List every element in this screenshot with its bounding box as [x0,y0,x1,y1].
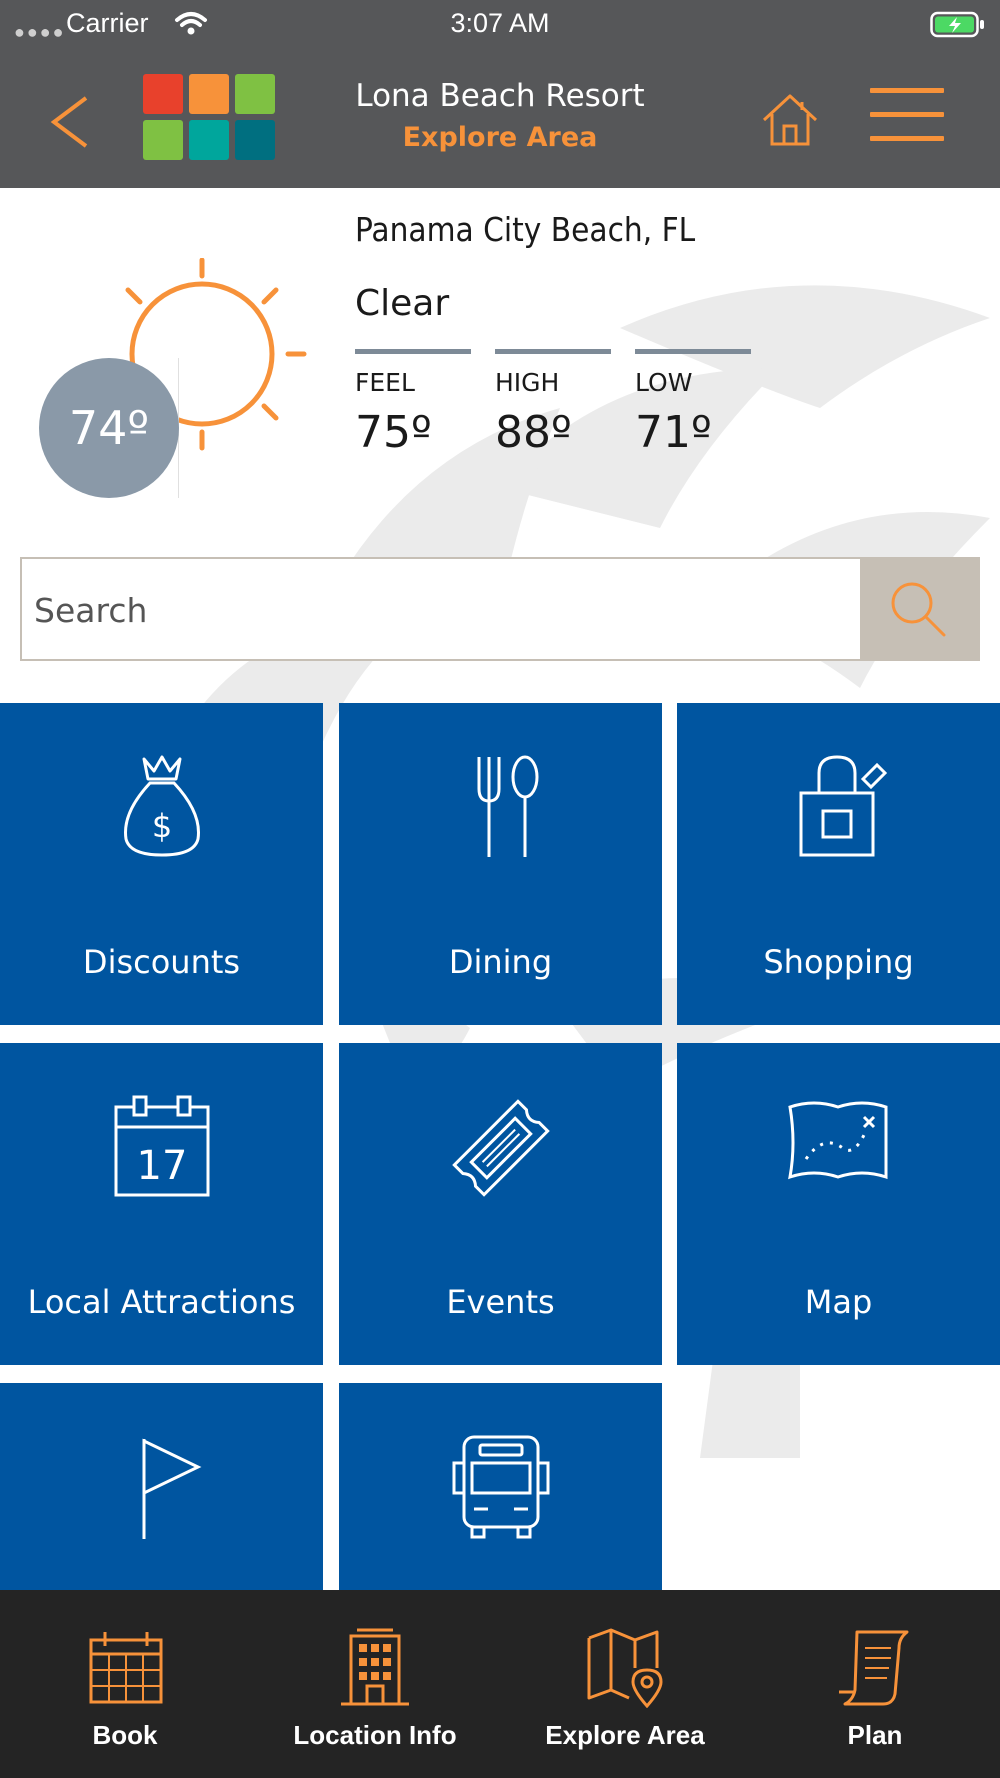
tile-shopping[interactable]: Shopping [677,703,1000,1025]
page-title: Lona Beach Resort [355,78,645,114]
weather-condition: Clear [355,283,450,324]
hamburger-icon [870,88,944,93]
tile-label: Map [804,1283,873,1321]
nav-label: Book [92,1720,158,1750]
search-input[interactable] [22,559,836,661]
svg-text:17: 17 [136,1143,187,1189]
tile-golf[interactable] [0,1383,323,1590]
shopping-bag-icon [799,755,887,857]
flag-icon [142,1438,201,1539]
tile-label: Events [446,1283,555,1321]
map-pin-icon [587,1628,663,1709]
stat-divider [635,349,751,354]
fork-spoon-icon [477,755,538,857]
bus-icon [452,1435,549,1539]
nav-label: Location Info [293,1720,457,1750]
high-stat: HIGH 88º [495,349,611,458]
nav-label: Explore Area [545,1720,705,1750]
page-subtitle: Explore Area [402,122,598,153]
stat-divider [495,349,611,354]
ticket-icon [451,1099,550,1197]
low-value: 71º [635,407,712,458]
status-bar: ●●●● Carrier 3:07 AM [0,0,1000,50]
treasure-map-icon [787,1101,887,1180]
search-icon [891,582,946,637]
app-header: Lona Beach Resort Explore Area [0,50,1000,188]
nav-label: Plan [847,1720,903,1750]
nav-book[interactable]: Book [0,1590,250,1778]
feel-value: 75º [355,407,432,458]
feel-label: FEEL [355,368,415,397]
low-stat: LOW 71º [635,349,751,458]
bottom-nav: Book Location Info Explore Area Plan [0,1590,1000,1778]
hamburger-icon [870,112,944,117]
nav-location-info[interactable]: Location Info [250,1590,500,1778]
tile-transportation[interactable] [339,1383,662,1590]
high-value: 88º [495,407,572,458]
tile-label: Shopping [763,943,914,981]
battery-charging-icon [930,11,986,44]
main-content: 74º Panama City Beach, FL Clear FEEL 75º… [0,188,1000,1590]
stat-divider [355,349,471,354]
calendar-grid-icon [89,1632,163,1704]
svg-text:$: $ [151,807,171,845]
hamburger-icon [870,136,944,141]
calendar-icon: 17 [114,1095,209,1197]
tile-label: Discounts [82,943,241,981]
low-label: LOW [635,368,693,397]
status-time: 3:07 AM [450,8,550,38]
tile-map[interactable]: Map [677,1043,1000,1365]
high-label: HIGH [495,368,560,397]
tile-dining[interactable]: Dining [339,703,662,1025]
search-box [20,557,860,661]
tile-label: Dining [448,943,553,981]
tile-events[interactable]: Events [339,1043,662,1365]
nav-explore-area[interactable]: Explore Area [500,1590,750,1778]
tile-label: Local Attractions [27,1283,296,1321]
tile-local-attractions[interactable]: 17 Local Attractions [0,1043,323,1365]
home-button[interactable] [760,90,820,150]
current-temperature: 74º [39,358,179,498]
building-icon [341,1628,409,1706]
search-button[interactable] [860,557,980,661]
tile-discounts[interactable]: $ Discounts [0,703,323,1025]
feel-stat: FEEL 75º [355,349,471,458]
nav-plan[interactable]: Plan [750,1590,1000,1778]
home-icon [762,94,818,146]
money-bag-icon: $ [123,755,200,857]
weather-location: Panama City Beach, FL [355,210,696,249]
scroll-icon [839,1630,909,1706]
menu-button[interactable] [870,88,946,150]
